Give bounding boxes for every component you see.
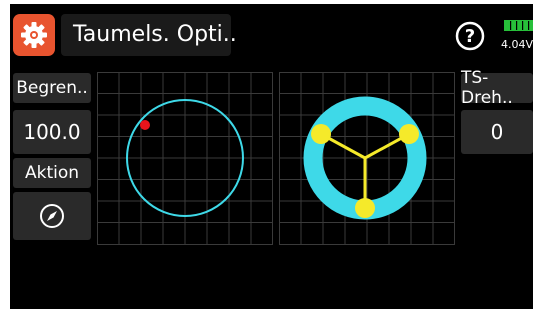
position-grid xyxy=(97,72,273,245)
servo-point-right xyxy=(399,124,419,144)
battery-voltage: 4.04V xyxy=(501,38,533,51)
limit-value-field[interactable]: 100.0 xyxy=(13,110,91,154)
rotation-value: 0 xyxy=(490,120,504,144)
rotation-value-field[interactable]: 0 xyxy=(461,110,533,154)
action-label-button[interactable]: Aktion xyxy=(13,158,91,188)
action-button[interactable] xyxy=(13,192,91,240)
screen: Taumels. Opti.. ? 4.04V Begren.. 100.0 A… xyxy=(10,4,533,309)
servo-point-left xyxy=(311,124,331,144)
header: Taumels. Opti.. ? 4.04V xyxy=(10,4,533,66)
battery-icon xyxy=(504,20,533,31)
action-label: Aktion xyxy=(24,163,80,183)
swashplate-graphic-panel xyxy=(279,72,455,245)
stick-position-marker xyxy=(140,120,150,130)
svg-text:?: ? xyxy=(465,26,475,47)
swashplate-position-panel xyxy=(97,72,273,245)
compass-icon xyxy=(40,204,64,228)
rotation-label: TS-Dreh.. xyxy=(461,68,513,108)
limit-label: Begren.. xyxy=(16,78,88,98)
limit-label-button[interactable]: Begren.. xyxy=(13,73,91,103)
title-box[interactable]: Taumels. Opti.. xyxy=(61,14,237,56)
page-title: Taumels. Opti.. xyxy=(73,22,237,47)
app-menu-button[interactable] xyxy=(13,14,55,56)
gear-icon xyxy=(21,22,47,48)
question-circle-icon[interactable]: ? xyxy=(455,21,485,51)
servo-point-bottom xyxy=(355,198,375,218)
rotation-label-button[interactable]: TS-Dreh.. xyxy=(461,68,533,108)
limit-value: 100.0 xyxy=(23,120,81,144)
